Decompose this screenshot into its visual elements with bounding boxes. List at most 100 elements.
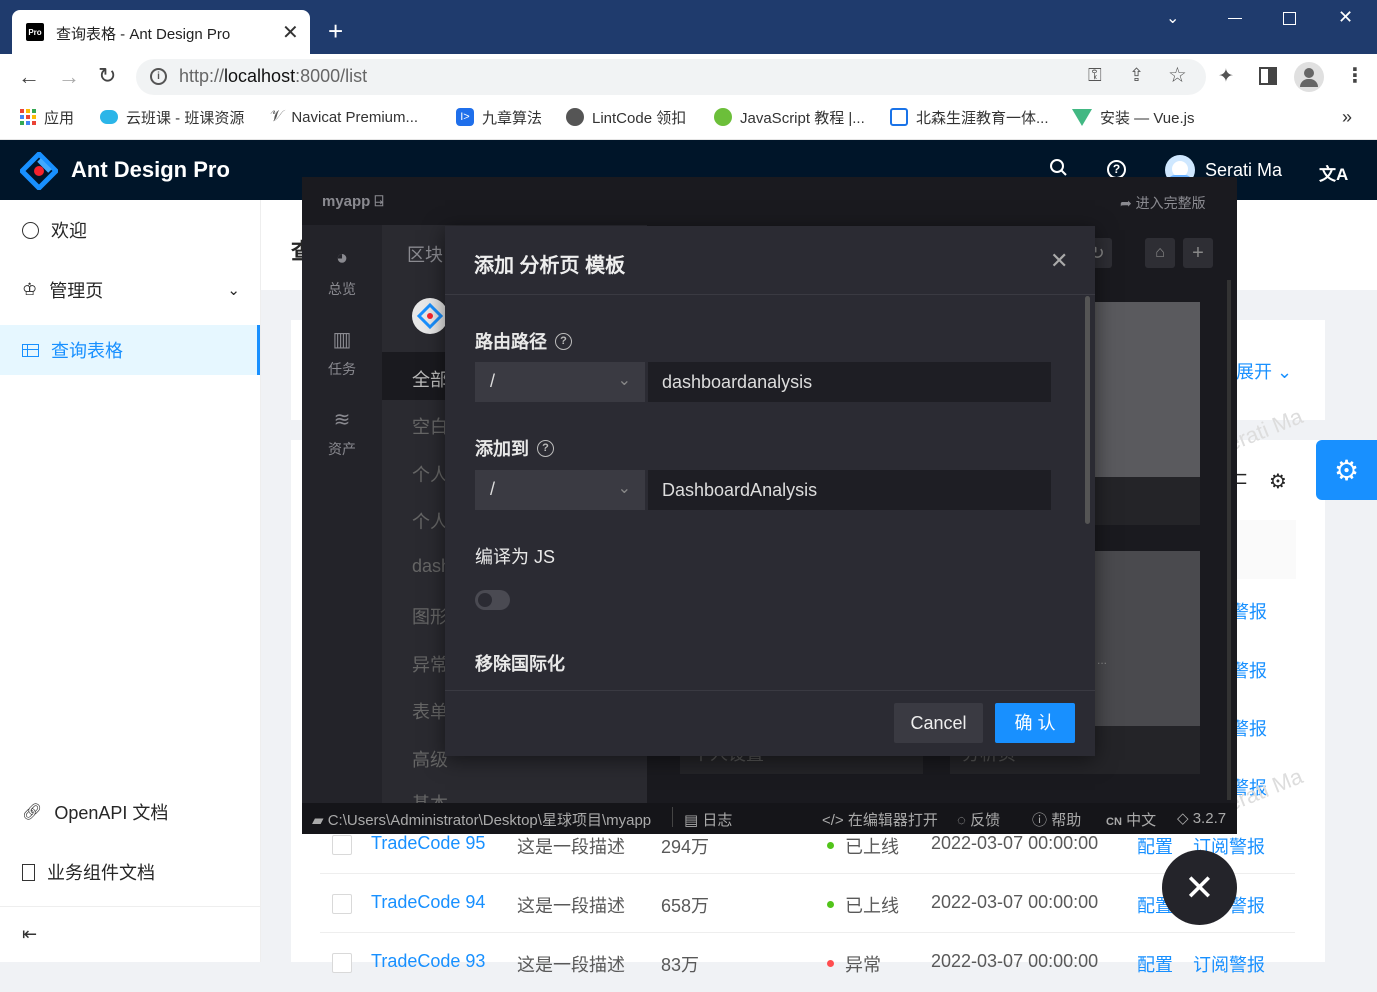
menu-item-openapi[interactable]: 🔗︎ OpenAPI 文档: [0, 787, 260, 837]
row-name-link[interactable]: TradeCode 95: [371, 833, 485, 854]
confirm-button[interactable]: 确 认: [995, 703, 1075, 743]
close-umi-ui-icon[interactable]: ✕: [1162, 850, 1237, 925]
umi-app-name[interactable]: myapp ⍈: [322, 193, 384, 210]
compile-js-switch[interactable]: [475, 590, 510, 610]
config-link[interactable]: 配置: [1137, 951, 1173, 977]
bookmark-yunbanke[interactable]: 云班课 - 班课资源: [100, 106, 244, 128]
book-icon: [22, 863, 35, 881]
table-icon: [22, 343, 39, 357]
category-item[interactable]: 个人: [412, 508, 448, 534]
vue-icon: [1072, 108, 1092, 126]
category-item[interactable]: 表单: [412, 698, 448, 724]
bookmark-javascript[interactable]: JavaScript 教程 |...: [714, 106, 865, 128]
reload-icon[interactable]: ↻: [98, 63, 116, 89]
category-item[interactable]: 全部: [412, 366, 448, 392]
modal-title: 添加 分析页 模板: [474, 255, 626, 277]
task-icon[interactable]: ▥: [327, 327, 357, 352]
feedback-button[interactable]: ◌ 反馈: [957, 809, 1000, 830]
assets-icon[interactable]: ≋: [327, 407, 357, 432]
profile-icon[interactable]: [1294, 62, 1324, 92]
row-checkbox[interactable]: [332, 894, 352, 914]
bookmark-beisen[interactable]: 北森生涯教育一体...: [890, 106, 1049, 128]
category-item[interactable]: 高级: [412, 746, 448, 772]
bookmark-star-icon[interactable]: ☆: [1168, 63, 1187, 88]
modal-scrollbar[interactable]: [1085, 296, 1090, 524]
config-link[interactable]: 配置: [1137, 833, 1173, 859]
menu-item-admin[interactable]: ♔ 管理页 ⌄: [0, 265, 260, 315]
chevron-down-icon: ⌄: [617, 372, 631, 389]
ant-logo-icon[interactable]: [20, 152, 58, 190]
share-icon[interactable]: ⇪: [1129, 65, 1144, 86]
site-info-icon[interactable]: i: [150, 68, 167, 85]
nav-overview[interactable]: 总览: [322, 279, 362, 299]
window-close-icon[interactable]: ✕: [1338, 7, 1353, 28]
row-status: 已上线: [845, 837, 899, 857]
category-item[interactable]: 空白: [412, 413, 448, 439]
project-path[interactable]: ▰ C:\Users\Administrator\Desktop\星球项目\my…: [312, 809, 651, 830]
sidepanel-icon[interactable]: [1259, 67, 1277, 85]
category-item[interactable]: 图形: [412, 603, 448, 629]
app-title[interactable]: Ant Design Pro: [71, 157, 230, 183]
language-icon[interactable]: 文A: [1319, 160, 1348, 185]
help-button[interactable]: ⓘ 帮助: [1032, 809, 1081, 830]
nav-task[interactable]: 任务: [322, 359, 362, 379]
extensions-icon[interactable]: ✦: [1218, 65, 1234, 88]
forward-icon[interactable]: →: [58, 64, 80, 90]
bookmark-vue[interactable]: 安装 — Vue.js: [1072, 106, 1194, 128]
open-editor-button[interactable]: </> 在编辑器打开: [822, 809, 938, 830]
block-preview-1[interactable]: [1095, 302, 1200, 477]
dashboard-icon[interactable]: ◕: [327, 247, 357, 270]
modal-close-icon[interactable]: ✕: [1050, 248, 1068, 274]
new-tab-icon[interactable]: +: [328, 16, 343, 47]
bookmark-jiuzhang[interactable]: I> 九章算法: [456, 106, 542, 128]
menu-item-components-doc[interactable]: 业务组件文档: [0, 847, 260, 897]
row-name-link[interactable]: TradeCode 94: [371, 892, 485, 913]
table-setting-icon[interactable]: ⚙: [1269, 469, 1287, 494]
cancel-button[interactable]: Cancel: [894, 703, 983, 743]
bookmark-navicat[interactable]: 𝒱 Navicat Premium...: [270, 106, 418, 128]
tab-search-icon[interactable]: ⌄: [1166, 8, 1179, 28]
maximize-icon[interactable]: [1283, 12, 1296, 25]
row-checkbox[interactable]: [332, 953, 352, 973]
category-item[interactable]: 基本: [412, 790, 448, 803]
language-button[interactable]: CN 中文: [1106, 809, 1156, 830]
clear-icon[interactable]: ⌂: [1145, 238, 1175, 268]
category-item[interactable]: 个人: [412, 461, 448, 487]
key-icon[interactable]: ⚿: [1088, 65, 1102, 86]
subscribe-link[interactable]: 订阅警报: [1193, 951, 1265, 977]
smile-icon: [22, 221, 39, 239]
bookmark-apps[interactable]: 应用: [20, 106, 74, 128]
expand-link[interactable]: 展开 ⌄: [1236, 358, 1292, 384]
table-row: TradeCode 94 这是一段描述 658万 已上线 2022-03-07 …: [320, 874, 1295, 933]
nav-assets[interactable]: 资产: [322, 439, 362, 459]
route-prefix-select[interactable]: / ⌄: [475, 362, 645, 402]
row-checkbox[interactable]: [332, 835, 352, 855]
apps-icon: [20, 109, 36, 125]
menu-item-table-list[interactable]: 查询表格: [0, 325, 260, 375]
log-button[interactable]: ▤ 日志: [684, 809, 732, 830]
browser-menu-icon[interactable]: ⋮: [1345, 63, 1365, 88]
settings-drawer-gear-icon[interactable]: ⚙: [1316, 440, 1377, 500]
address-bar[interactable]: i http://localhost:8000/list ⚿ ⇪ ☆: [136, 59, 1206, 95]
add-to-prefix-select[interactable]: / ⌄: [475, 470, 645, 510]
browser-tab[interactable]: Pro 查询表格 - Ant Design Pro ✕: [12, 10, 310, 54]
route-path-input[interactable]: dashboardanalysis: [648, 362, 1051, 402]
question-circle-icon[interactable]: ?: [555, 332, 572, 350]
jiuzhang-icon: I>: [456, 108, 474, 126]
code-icon: </>: [822, 812, 844, 829]
add-icon[interactable]: +: [1183, 238, 1213, 268]
bookmark-lintcode[interactable]: LintCode 领扣: [566, 106, 686, 128]
full-version-link[interactable]: ➦ 进入完整版: [1120, 193, 1206, 213]
tab-close-icon[interactable]: ✕: [282, 20, 299, 45]
scrollbar[interactable]: [1227, 280, 1231, 800]
block-preview-2[interactable]: ...: [1095, 551, 1200, 726]
version-tag: ◇ 3.2.7: [1177, 810, 1227, 827]
question-circle-icon[interactable]: ?: [537, 439, 554, 457]
category-item[interactable]: 异常: [412, 651, 448, 677]
bookmarks-overflow[interactable]: »: [1342, 106, 1352, 128]
back-icon[interactable]: ←: [18, 64, 40, 90]
menu-item-welcome[interactable]: 欢迎: [0, 205, 260, 255]
add-to-input[interactable]: DashboardAnalysis: [648, 470, 1051, 510]
menu-fold-icon[interactable]: ⇤: [22, 924, 37, 945]
minimize-icon[interactable]: [1228, 18, 1242, 19]
